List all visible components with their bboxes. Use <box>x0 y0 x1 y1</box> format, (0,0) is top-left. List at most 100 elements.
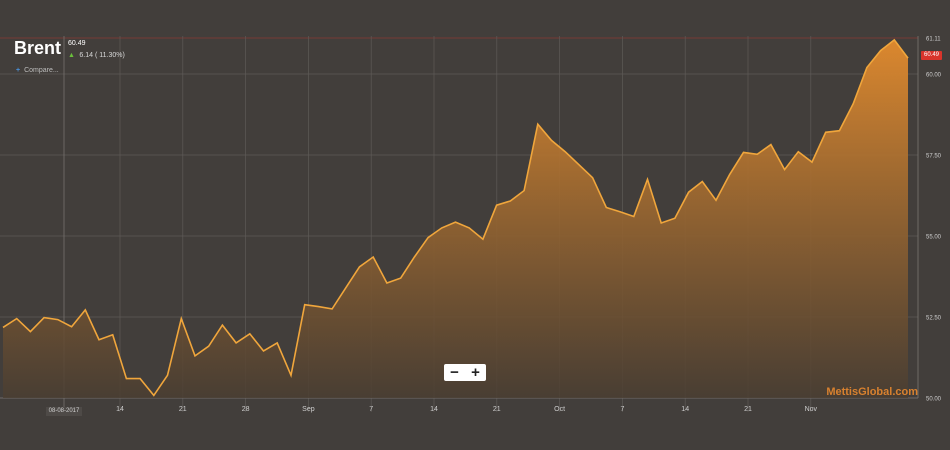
x-tick-label: 21 <box>179 406 187 413</box>
quote-block: 60.49 ▲ 6.14 ( 11.30%) <box>68 39 125 60</box>
data-point <box>687 191 689 193</box>
price-change: 6.14 ( 11.30%) <box>79 52 125 59</box>
data-point <box>783 168 785 170</box>
chart-header: Brent 60.49 ▲ 6.14 ( 11.30%) <box>14 38 125 60</box>
data-point <box>674 217 676 219</box>
data-point <box>646 178 648 180</box>
data-point <box>235 342 237 344</box>
data-point <box>427 236 429 238</box>
y-tick-label: 61.11 <box>926 37 941 43</box>
data-point <box>701 180 703 182</box>
data-point <box>180 317 182 319</box>
data-point <box>207 345 209 347</box>
data-point <box>125 377 127 379</box>
zoom-out-button[interactable]: − <box>444 364 465 381</box>
data-point <box>221 324 223 326</box>
x-tick-label: Oct <box>554 406 565 413</box>
y-tick-label: 60.00 <box>926 72 942 78</box>
data-point <box>153 394 155 396</box>
data-point <box>619 210 621 212</box>
data-point <box>907 57 909 59</box>
data-point <box>770 143 772 145</box>
x-tick-label: 21 <box>493 406 501 413</box>
data-point <box>194 355 196 357</box>
data-point <box>249 333 251 335</box>
data-point <box>495 204 497 206</box>
data-point <box>331 308 333 310</box>
instrument-title: Brent <box>14 38 62 58</box>
data-point <box>372 256 374 258</box>
data-point <box>879 49 881 51</box>
data-point <box>290 374 292 376</box>
x-tick-label: 7 <box>620 406 624 413</box>
data-point <box>16 317 18 319</box>
data-point <box>262 350 264 352</box>
data-point <box>29 330 31 332</box>
data-point <box>166 374 168 376</box>
data-point <box>523 189 525 191</box>
y-tick-label: 55.00 <box>926 234 942 240</box>
data-point <box>482 238 484 240</box>
x-tick-label: 14 <box>430 406 438 413</box>
data-point <box>441 227 443 229</box>
x-tick-label: 14 <box>116 406 124 413</box>
y-tick-label: 57.50 <box>926 153 942 159</box>
data-point <box>413 256 415 258</box>
data-point <box>811 161 813 163</box>
data-point <box>98 338 100 340</box>
x-tick-label: 7 <box>369 406 373 413</box>
data-point <box>276 342 278 344</box>
data-point <box>345 287 347 289</box>
crosshair-date-label: 08-08-2017 <box>46 407 82 416</box>
data-point <box>591 176 593 178</box>
data-point <box>797 151 799 153</box>
data-point <box>550 139 552 141</box>
y-tick-label: 52.50 <box>926 315 942 321</box>
price-area <box>3 39 908 399</box>
up-arrow-icon: ▲ <box>68 52 75 59</box>
data-point <box>468 227 470 229</box>
price-chart: 14 21 28 Sep 7 14 21 Oct 7 14 21 Nov 50.00 52.50 55.0… <box>0 36 942 413</box>
data-point <box>139 377 141 379</box>
x-tick-label: 28 <box>242 406 250 413</box>
data-point <box>729 173 731 175</box>
data-point <box>358 266 360 268</box>
data-point <box>564 151 566 153</box>
data-point <box>386 282 388 284</box>
data-point <box>578 163 580 165</box>
data-point <box>2 326 4 328</box>
data-point <box>84 309 86 311</box>
data-point <box>893 39 895 41</box>
data-point <box>633 215 635 217</box>
data-point <box>111 334 113 336</box>
data-point <box>399 277 401 279</box>
data-point <box>605 206 607 208</box>
data-point <box>838 129 840 131</box>
data-point <box>825 131 827 133</box>
x-tick-label: 21 <box>744 406 752 413</box>
zoom-controls: − + <box>444 364 486 381</box>
x-tick-label: 14 <box>681 406 689 413</box>
plus-icon: + <box>16 67 21 74</box>
data-point <box>57 318 59 320</box>
last-price-badge: 60.49 <box>921 51 942 60</box>
data-point <box>715 199 717 201</box>
data-point <box>742 151 744 153</box>
data-point <box>660 222 662 224</box>
data-point <box>852 103 854 105</box>
compare-button[interactable]: + Compare... <box>16 67 59 74</box>
data-point <box>537 123 539 125</box>
zoom-in-button[interactable]: + <box>465 364 486 381</box>
data-point <box>756 153 758 155</box>
data-point <box>509 200 511 202</box>
y-tick-label: 50.00 <box>926 397 942 403</box>
x-tick-label: Nov <box>805 406 818 413</box>
data-point <box>43 316 45 318</box>
watermark: MettisGlobal.com <box>826 386 918 398</box>
data-point <box>317 305 319 307</box>
data-point <box>303 303 305 305</box>
data-point <box>454 221 456 223</box>
x-tick-label: Sep <box>302 406 315 413</box>
data-point <box>866 66 868 68</box>
compare-label: Compare... <box>24 67 59 74</box>
